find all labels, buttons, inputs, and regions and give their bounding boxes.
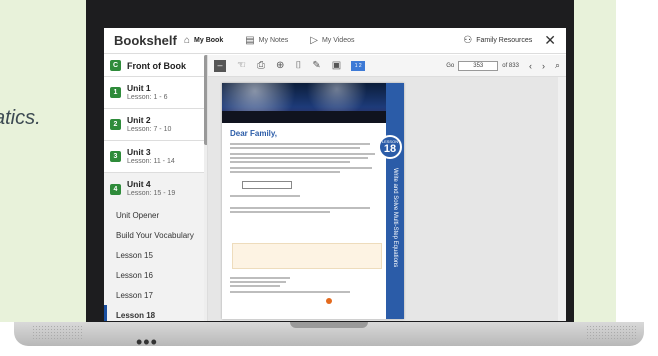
text-line [230,291,350,293]
reader-scrollbar[interactable] [558,77,566,321]
print-icon[interactable]: ⎙ [257,60,265,71]
family-resources-link[interactable]: ⚇ Family Resources [463,35,532,46]
unit-title: Unit 1 [127,82,151,93]
speaker-grill-left [32,325,82,339]
speaker-grill-right [586,325,636,339]
stage: , atics. ••• Bookshelf ⌂ My Book ▤ My No… [0,0,658,356]
orange-marker-icon [326,298,332,304]
slogan-text: , atics. [0,107,41,129]
unit-badge: 4 [110,183,121,195]
unit-badge: 2 [110,119,121,130]
go-label[interactable]: Go [446,63,454,69]
text-line [230,171,340,173]
tab-label: My Book [194,37,224,44]
unit-title: Unit 3 [127,146,151,157]
sidebar-item-unit-1[interactable]: 1 Unit 1 Lesson: 1 - 6 [104,77,207,109]
book-page: Write and Solve Multi-Step Equations LES… [222,83,404,319]
search-icon[interactable]: ⌕ [555,60,560,71]
reader-area: Write and Solve Multi-Step Equations LES… [208,77,566,321]
pen-icon[interactable]: ✎ [312,60,320,71]
sidebar-subitem-lesson-18[interactable]: Lesson 18 [104,305,207,321]
tab-label: My Videos [321,37,355,44]
prev-page-button[interactable]: ‹ [529,61,532,71]
reader-toolbar: – ☜ ⎙ ⊕ ⌷ ✎ ▣ 1 2 Go 353 of 833 ‹ › ⌕ [208,55,566,77]
sidebar-subitem-unit-opener[interactable]: Unit Opener [104,205,207,225]
text-line [230,211,330,213]
text-line [230,277,290,279]
hero-crowd [222,111,386,123]
text-line [230,153,375,155]
unit-lessons: Lesson: 11 - 14 [127,157,175,165]
unit-badge: 3 [110,151,121,162]
next-page-button[interactable]: › [542,61,545,71]
sidebar-subitem-lesson-15[interactable]: Lesson 15 [104,245,207,265]
zoom-icon[interactable]: ⊕ [276,60,284,71]
sidebar-subitem-lesson-16[interactable]: Lesson 16 [104,265,207,285]
page-side-title: Write and Solve Multi-Step Equations [392,168,398,268]
laptop-notch [290,322,368,328]
tab-my-book[interactable]: ⌂ My Book [184,35,223,46]
unit-lessons: Lesson: 1 - 6 [127,93,168,101]
page-number-input[interactable]: 353 [458,60,499,71]
laptop-dots: ••• [136,332,158,352]
sidebar: C Front of Book 1 Unit 1 Lesson: 1 - 6 2 … [104,55,208,321]
notes-icon: ▤ [245,35,255,46]
page-layout-toggle[interactable]: 1 2 [351,60,366,71]
text-line [230,147,360,149]
sidebar-subitem-build-vocabulary[interactable]: Build Your Vocabulary [104,225,207,245]
unit-title: Unit 2 [127,114,151,125]
unit-lessons: Lesson: 15 - 19 [127,190,176,197]
close-icon[interactable]: ✕ [544,32,556,49]
unit-badge: 1 [110,87,121,98]
top-bar: Bookshelf ⌂ My Book ▤ My Notes ▷ My Vide… [104,28,566,54]
text-line [230,167,372,169]
bar-model-figure [242,181,292,189]
lesson-number: 18 [383,143,397,155]
video-icon: ▷ [310,35,318,46]
slogan-fragment: , atics. [0,76,41,132]
text-line [230,157,368,159]
sidebar-item-unit-3[interactable]: 3 Unit 3 Lesson: 11 - 14 [104,141,207,173]
people-icon: ⚇ [463,35,473,46]
bookmark-icon[interactable]: ⌷ [295,60,301,71]
unit-title: Unit 4 [127,179,151,189]
tab-my-notes[interactable]: ▤ My Notes [245,35,288,46]
screen: Bookshelf ⌂ My Book ▤ My Notes ▷ My Vide… [104,28,566,321]
tab-label: My Notes [258,37,289,44]
collapse-sidebar-button[interactable]: – [214,59,226,72]
text-line [230,281,286,283]
book-open-icon: ⌂ [184,35,191,46]
page-total: of 833 [502,62,519,69]
page-heading: Dear Family, [230,129,277,138]
sidebar-subitem-lesson-17[interactable]: Lesson 17 [104,285,207,305]
app-brand: Bookshelf [114,33,177,48]
pointer-icon[interactable]: ☜ [237,60,246,71]
unit-lessons: Lesson: 7 - 10 [127,125,172,133]
text-line [230,161,350,163]
sidebar-item-unit-4[interactable]: 4 Unit 4 Lesson: 15 - 19 [104,173,207,205]
note-icon[interactable]: ▣ [332,60,341,71]
lesson-badge: LESSON 18 [378,135,402,159]
family-resources-label: Family Resources [476,37,533,44]
text-line [230,143,370,145]
sidebar-item-unit-2[interactable]: 2 Unit 2 Lesson: 7 - 10 [104,109,207,141]
text-line [230,285,280,287]
text-line [230,195,300,197]
example-box [232,243,382,269]
text-line [230,207,370,209]
front-badge: C [110,60,121,71]
tab-my-videos[interactable]: ▷ My Videos [310,35,354,46]
sidebar-item-front-of-book[interactable]: C Front of Book [104,55,207,77]
front-label: Front of Book [127,60,186,71]
